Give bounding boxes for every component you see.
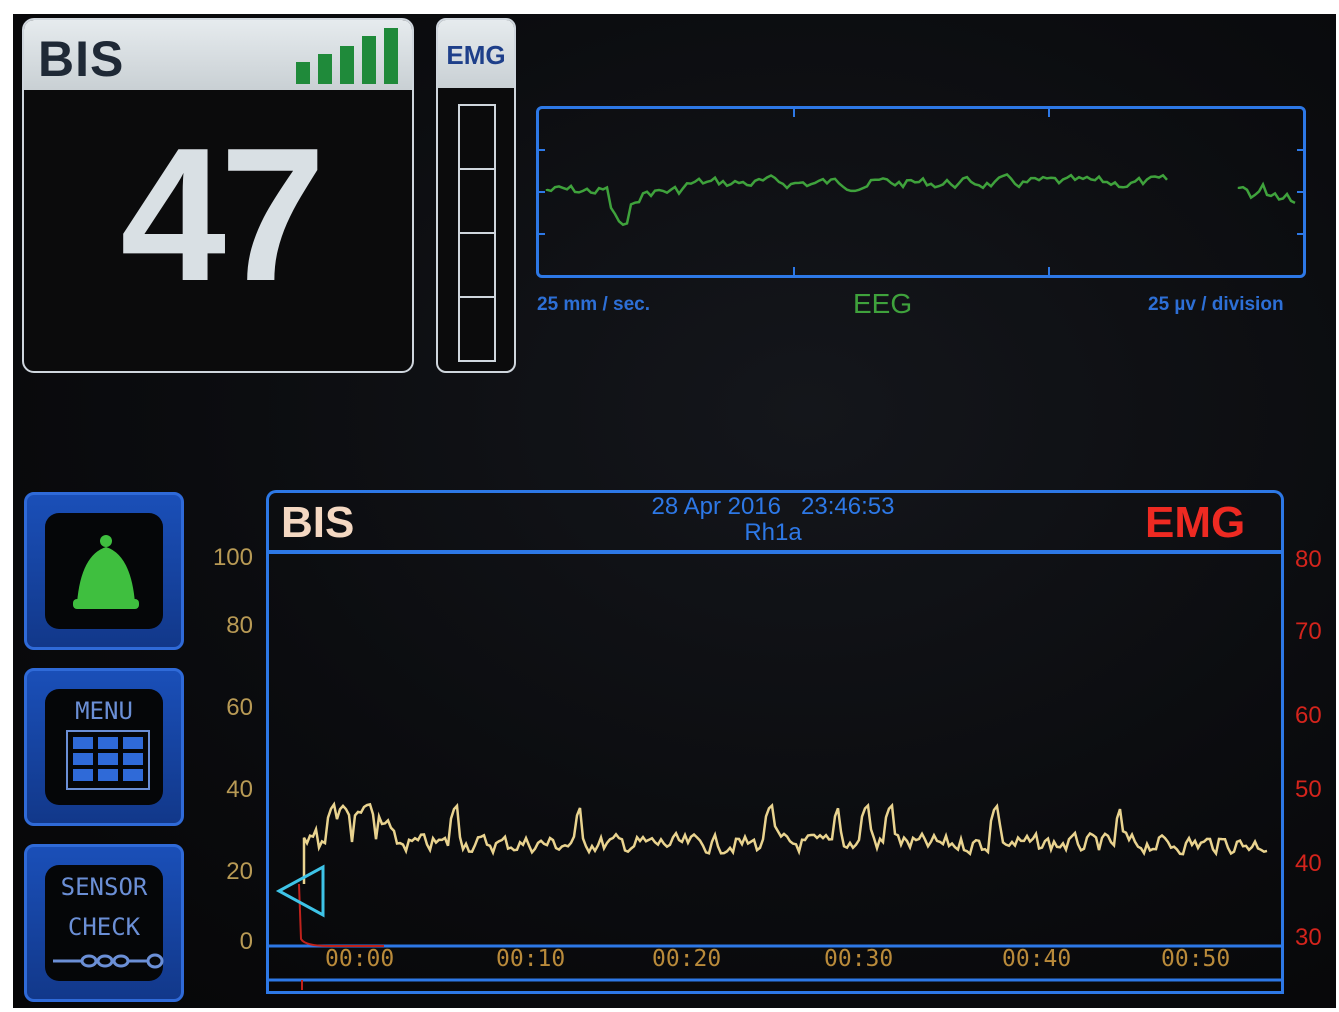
signal-quality-icon (296, 28, 398, 84)
trend-plot (269, 801, 1281, 990)
trend-emg-label: EMG (1145, 498, 1246, 547)
time-axis-tick: 00:00 (325, 946, 395, 972)
left-axis-tick: 80 (226, 612, 253, 639)
trend-time: 23:46:53 (801, 493, 895, 520)
menu-button[interactable]: MENU (24, 668, 184, 826)
time-axis-tick: 00:20 (652, 946, 722, 972)
eeg-scale-label: 25 µv / division (1148, 294, 1284, 315)
right-axis-tick: 70 (1295, 618, 1322, 645)
trend-chart (266, 550, 1284, 994)
right-axis-tick: 30 (1295, 924, 1322, 951)
emg-level-bar (458, 104, 496, 362)
right-axis-tick: 60 (1295, 702, 1322, 729)
trend-bis-label: BIS (281, 498, 355, 547)
alarm-bell-icon (73, 535, 139, 609)
bis-panel-label: BIS (38, 31, 125, 87)
trend-patient-id: Rh1a (744, 519, 802, 546)
menu-button-face: MENU (45, 689, 163, 805)
trend-cursor-icon[interactable] (275, 864, 325, 918)
right-axis-tick: 50 (1295, 776, 1322, 803)
left-axis-tick: 60 (226, 694, 253, 721)
left-axis-tick: 40 (226, 776, 253, 803)
sensor-check-button-face: SENSOR CHECK (45, 865, 164, 981)
alarm-button[interactable] (24, 492, 184, 650)
sensor-check-button[interactable]: SENSOR CHECK (24, 844, 184, 1002)
right-axis-tick: 40 (1295, 850, 1322, 877)
trend-datetime: 28 Apr 2016 23:46:53 Rh1a (573, 494, 973, 546)
time-axis-tick: 00:10 (496, 946, 566, 972)
trend-date: 28 Apr 2016 (651, 493, 781, 520)
bis-value: 47 (120, 109, 325, 321)
time-axis-tick: 00:50 (1161, 946, 1231, 972)
eeg-waveform (539, 109, 1303, 275)
eeg-title: EEG (853, 288, 913, 319)
emg-meter-panel: EMG (436, 18, 516, 373)
left-axis-tick: 0 (239, 928, 253, 955)
alarm-button-face (45, 513, 163, 629)
left-axis-tick: 20 (226, 858, 253, 885)
time-axis-tick: 00:30 (824, 946, 894, 972)
right-axis-tick: 80 (1295, 546, 1322, 573)
monitor-screen: BIS 47 EMG 25 mm / sec. EEG 25 µv / divi… (13, 14, 1336, 1008)
eeg-waveform-box (536, 106, 1306, 278)
sensor-cable-icon (53, 953, 164, 969)
time-axis-tick: 00:40 (1002, 946, 1072, 972)
eeg-speed-label: 25 mm / sec. (537, 294, 651, 315)
menu-grid-icon (66, 730, 150, 790)
left-axis-tick: 100 (212, 544, 253, 571)
emg-meter-label: EMG (446, 40, 506, 70)
bis-value-panel: BIS 47 (22, 18, 414, 373)
